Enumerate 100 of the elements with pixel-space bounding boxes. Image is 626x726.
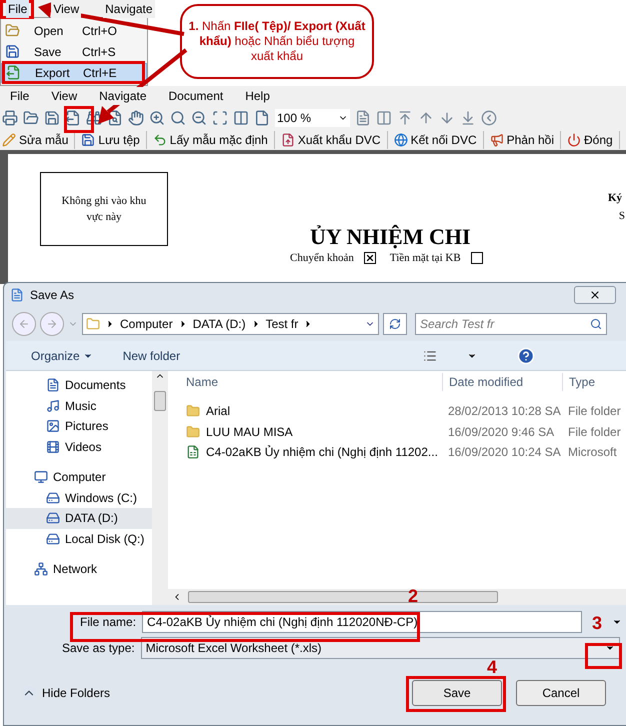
fit-page-icon[interactable] bbox=[254, 110, 270, 126]
menu-item[interactable]: Navigate bbox=[99, 87, 147, 105]
file-name[interactable]: Arial bbox=[206, 402, 230, 420]
toolbar-button[interactable]: Kết nối DVC bbox=[394, 131, 484, 149]
network-icon bbox=[34, 562, 48, 576]
nav-item[interactable]: Windows (C:) bbox=[6, 488, 152, 508]
zoom-dropdown[interactable]: 100 % bbox=[275, 109, 350, 127]
export-icon[interactable] bbox=[65, 110, 81, 126]
callout-bubble: 1. Nhấn FIle( Tệp)/ Export (Xuất khẩu) hoặc Nhấn biểu tượng xuất khẩu bbox=[180, 4, 374, 79]
magnifier-icon[interactable] bbox=[170, 110, 186, 126]
toolbar-button[interactable]: Phản hồi bbox=[490, 131, 561, 149]
toolbar-button[interactable]: Xuất khẩu DVC bbox=[280, 131, 388, 149]
hide-folders-button[interactable]: Hide Folders bbox=[22, 684, 110, 702]
nav-item[interactable]: DATA (D:) bbox=[6, 508, 152, 528]
column-header[interactable]: Name bbox=[186, 373, 442, 391]
megaphone-icon bbox=[490, 133, 504, 147]
forward-arrow-icon bbox=[46, 318, 58, 330]
toolbar-button[interactable]: Đóng bbox=[566, 131, 620, 149]
power-icon bbox=[566, 133, 581, 147]
search-field[interactable]: Search Test fr bbox=[415, 313, 607, 335]
next-page-icon[interactable] bbox=[439, 110, 455, 126]
menu-option[interactable]: Open Ctrl+O bbox=[1, 20, 147, 40]
scroll-thumb[interactable] bbox=[154, 391, 166, 411]
column-header[interactable]: Date modified bbox=[442, 373, 562, 391]
table-cell-text: 16/09/2020 10:24 SA bbox=[447, 444, 562, 462]
option-label: Chuyển khoản bbox=[290, 251, 354, 266]
breadcrumb-item[interactable]: Test fr bbox=[266, 315, 298, 333]
page-icon[interactable] bbox=[355, 110, 371, 126]
organize-button[interactable]: Organize bbox=[31, 346, 93, 364]
hand-icon[interactable] bbox=[128, 110, 144, 126]
window-title: Save As bbox=[30, 287, 74, 304]
save-type-dropdown[interactable]: Microsoft Excel Worksheet (*.xls) bbox=[140, 637, 620, 659]
document-icon bbox=[46, 378, 60, 392]
zoom-in-icon[interactable] bbox=[149, 110, 165, 126]
highlight-frame bbox=[64, 106, 94, 133]
step-number: 3 bbox=[592, 612, 602, 635]
address-bar[interactable]: Computer DATA (D:) Test fr bbox=[82, 313, 379, 335]
previous-page-icon[interactable] bbox=[418, 110, 434, 126]
menu-item[interactable]: File bbox=[6, 0, 30, 18]
checkbox[interactable] bbox=[470, 252, 483, 264]
zoom-out-icon[interactable] bbox=[191, 110, 207, 126]
view-options-icon[interactable] bbox=[423, 348, 437, 362]
new-folder-button[interactable]: New folder bbox=[122, 346, 180, 364]
toolbar-button[interactable]: Lấy mẫu mặc định bbox=[152, 131, 275, 149]
cut-text: S bbox=[618, 209, 625, 224]
breadcrumb-item[interactable]: Computer bbox=[120, 315, 173, 333]
picture-icon bbox=[46, 419, 60, 434]
breadcrumb-item[interactable]: DATA (D:) bbox=[192, 315, 246, 333]
printer-icon[interactable] bbox=[2, 110, 18, 126]
step-number: 2 bbox=[408, 585, 418, 608]
document-search-icon[interactable] bbox=[107, 110, 123, 126]
menu-item[interactable]: Navigate bbox=[103, 0, 155, 18]
close-button[interactable] bbox=[574, 286, 616, 304]
last-page-icon[interactable] bbox=[460, 110, 476, 126]
binoculars-icon[interactable] bbox=[86, 110, 102, 126]
file-name[interactable]: C4-02aKB Ủy nhiệm chi (Nghị định 11202... bbox=[206, 443, 438, 462]
column-header[interactable]: Type bbox=[562, 373, 596, 391]
horizontal-scrollbar[interactable] bbox=[168, 589, 626, 605]
nav-item[interactable]: Computer bbox=[6, 467, 152, 488]
cancel-button[interactable]: Cancel bbox=[516, 680, 606, 706]
nav-item[interactable]: Documents bbox=[6, 375, 152, 396]
open-folder-icon[interactable] bbox=[23, 110, 39, 126]
nav-item[interactable]: Videos bbox=[6, 436, 152, 457]
back-icon[interactable] bbox=[481, 110, 497, 126]
file-name[interactable]: LUU MAU MISA bbox=[206, 422, 293, 441]
help-icon[interactable] bbox=[517, 346, 535, 364]
two-page-icon[interactable] bbox=[376, 110, 392, 126]
toolbar-button[interactable]: Sửa mẫu bbox=[2, 131, 76, 149]
menu-item[interactable]: View bbox=[51, 0, 82, 18]
drive-icon bbox=[46, 511, 60, 526]
vertical-scrollbar[interactable] bbox=[152, 371, 168, 605]
checkbox[interactable] bbox=[364, 252, 376, 264]
field-label: Save as type: bbox=[62, 640, 135, 657]
nav-item[interactable]: Pictures bbox=[6, 416, 152, 436]
undo-icon bbox=[152, 133, 167, 147]
export-icon bbox=[280, 133, 295, 147]
menu-option[interactable]: Save Ctrl+S bbox=[1, 42, 147, 62]
refresh-button[interactable] bbox=[383, 313, 407, 335]
nav-item[interactable]: Network bbox=[6, 559, 152, 580]
scroll-thumb[interactable] bbox=[188, 591, 498, 603]
file-name-field[interactable]: C4-02aKB Ủy nhiệm chi (Nghị định 112020NĐ-CP) bbox=[142, 611, 582, 633]
document-title: ỦY NHIỆM CHI bbox=[310, 223, 471, 251]
save-icon bbox=[5, 44, 20, 59]
nav-item[interactable]: Local Disk (Q:) bbox=[6, 528, 152, 549]
step-number: 4 bbox=[487, 656, 498, 679]
nav-item[interactable]: Music bbox=[6, 396, 152, 416]
save-button[interactable]: Save bbox=[412, 680, 502, 706]
computer-icon bbox=[34, 470, 48, 484]
fit-width-icon[interactable] bbox=[233, 110, 249, 126]
option-label: Tiền mặt tại KB bbox=[390, 251, 461, 266]
note-box: Không ghi vào khu vực này bbox=[40, 172, 168, 246]
folder-icon bbox=[186, 424, 200, 439]
globe-icon bbox=[394, 133, 408, 147]
table-cell-text: 16/09/2020 9:46 SA bbox=[447, 424, 556, 441]
first-page-icon[interactable] bbox=[397, 110, 413, 126]
zoom-area-icon[interactable] bbox=[212, 110, 228, 126]
folder-icon bbox=[186, 404, 200, 418]
toolbar-button[interactable]: Lưu tệp bbox=[81, 131, 147, 149]
folder-icon bbox=[86, 317, 100, 331]
save-icon[interactable] bbox=[44, 110, 60, 126]
